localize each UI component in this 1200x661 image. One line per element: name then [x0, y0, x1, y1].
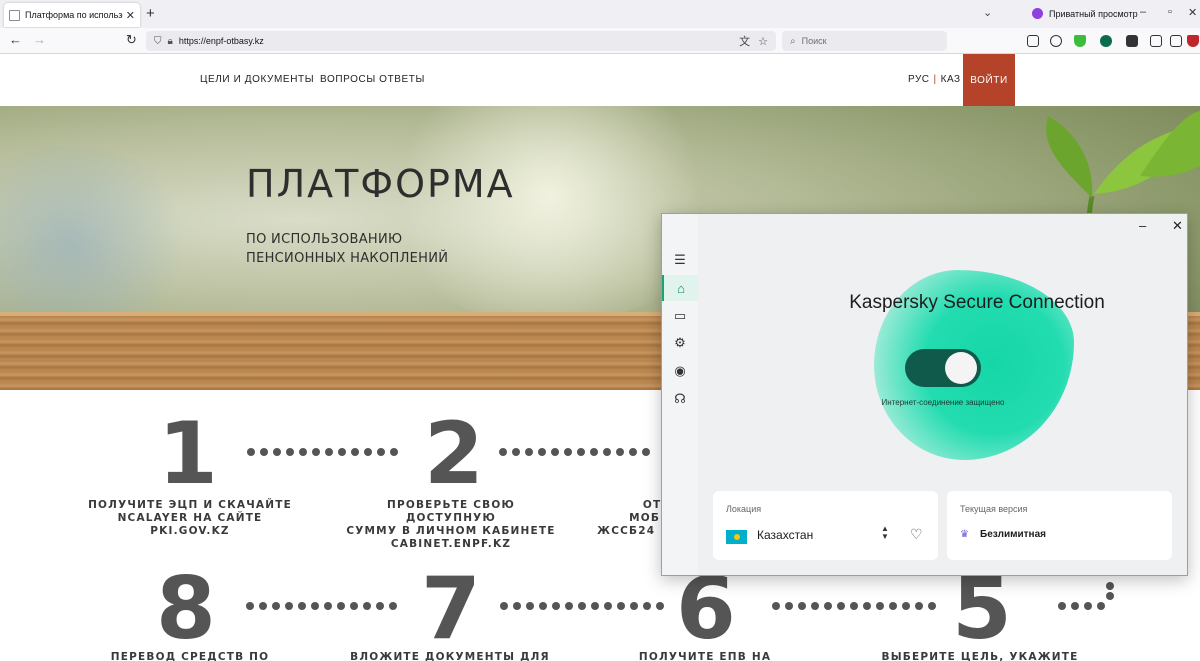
- lang-ru-link[interactable]: РУС: [908, 74, 930, 85]
- url-text: https://enpf-otbasy.kz: [178, 36, 264, 46]
- nav-faq[interactable]: ВОПРОСЫ ОТВЕТЫ: [320, 74, 425, 85]
- toggle-knob: [945, 352, 977, 384]
- back-icon[interactable]: ←: [9, 32, 22, 47]
- bookmark-star-icon[interactable]: ☆: [758, 35, 768, 48]
- tab-list-chevron-icon[interactable]: ⌄: [983, 6, 992, 19]
- step-1-text: ПОЛУЧИТЕ ЭЦП И СКАЧАЙТЕ NCALAYER НА САЙТ…: [88, 499, 292, 537]
- ksc-close-icon[interactable]: ✕: [1172, 218, 1183, 234]
- extensions-puzzle-icon[interactable]: [1150, 35, 1162, 47]
- hero-subtitle: ПО ИСПОЛЬЗОВАНИЮ ПЕНСИОННЫХ НАКОПЛЕНИЙ: [246, 230, 448, 268]
- login-button[interactable]: ВОЙТИ: [963, 54, 1015, 106]
- devices-icon[interactable]: ▭: [662, 303, 698, 329]
- reload-icon[interactable]: ↻: [126, 32, 137, 48]
- new-tab-button[interactable]: +: [146, 5, 155, 22]
- location-sort-icon[interactable]: ▲ ▼: [881, 525, 889, 541]
- step-6-text: ПОЛУЧИТЕ ЕПВ НА СВОЙ: [638, 651, 772, 661]
- favorite-heart-icon[interactable]: ♡: [910, 526, 923, 543]
- private-label: Приватный просмотр: [1049, 8, 1138, 19]
- step-7-number: 7: [421, 559, 481, 659]
- hero-subtitle-line2: ПЕНСИОННЫХ НАКОПЛЕНИЙ: [246, 251, 449, 266]
- private-mask-icon: [1032, 8, 1043, 19]
- language-switcher: РУС | КАЗ: [908, 74, 961, 85]
- ksc-main-panel: – ✕ Kaspersky Secure Connection Интернет…: [698, 214, 1187, 575]
- restore-icon[interactable]: ▫: [1168, 6, 1172, 18]
- location-label: Локация: [726, 504, 762, 514]
- kaspersky-secure-connection-window: ☰ ⌂ ▭ ⚙ ◉ ☊ – ✕ Kaspersky Secure Connect…: [661, 213, 1188, 576]
- lang-separator: |: [933, 74, 937, 85]
- version-card[interactable]: Текущая версия ♛ Безлимитная: [947, 491, 1172, 560]
- step-connector-dot: [1106, 582, 1114, 590]
- step-8-text: ПЕРЕВОД СРЕДСТВ ПО ЦЕЛИ,: [110, 651, 270, 661]
- pocket-icon[interactable]: [1027, 35, 1039, 47]
- search-placeholder: Поиск: [801, 36, 827, 46]
- lock-icon[interactable]: 🔒︎: [168, 36, 173, 47]
- vpn-toggle-switch[interactable]: [905, 349, 981, 387]
- step-1-number: 1: [158, 404, 218, 504]
- kazakhstan-flag-icon: [726, 530, 747, 544]
- step-connector-dots: [1058, 602, 1105, 612]
- shield-icon[interactable]: ⛉: [154, 36, 162, 47]
- menu-hamburger-icon[interactable]: ☰: [662, 247, 698, 273]
- site-header: ЦЕЛИ И ДОКУМЕНТЫ ВОПРОСЫ ОТВЕТЫ РУС | КАЗ …: [0, 54, 1200, 106]
- step-connector-dot: [1106, 592, 1114, 600]
- adblock-shield-icon[interactable]: [1074, 35, 1086, 47]
- ksc-sidebar: ☰ ⌂ ▭ ⚙ ◉ ☊: [662, 214, 698, 575]
- translate-icon[interactable]: 文: [739, 33, 750, 49]
- crown-icon: ♛: [960, 529, 969, 540]
- page-favicon-icon: [9, 9, 20, 21]
- step-connector-dots: [246, 602, 397, 612]
- forward-icon[interactable]: →: [33, 32, 46, 47]
- step-connector-dots: [500, 602, 664, 612]
- share-icon[interactable]: [1170, 35, 1182, 47]
- extension-badge-icon[interactable]: [1126, 35, 1138, 47]
- step-connector-dots: [247, 448, 398, 458]
- nav-goals-documents[interactable]: ЦЕЛИ И ДОКУМЕНТЫ: [200, 74, 314, 85]
- step-connector-dots: [772, 602, 936, 612]
- step-5-text: ВЫБЕРИТЕ ЦЕЛЬ, УКАЖИТЕ: [881, 651, 1079, 661]
- version-label: Текущая версия: [960, 504, 1028, 514]
- hero-title: ПЛАТФОРМА: [246, 162, 515, 206]
- step-2-number: 2: [424, 404, 484, 504]
- address-bar[interactable]: ⛉ 🔒︎ https://enpf-otbasy.kz 文 ☆: [146, 31, 776, 51]
- version-value: Безлимитная: [980, 529, 1046, 540]
- step-5-number: 5: [952, 559, 1012, 659]
- browser-nav-bar: ← → ↻ ⛉ 🔒︎ https://enpf-otbasy.kz 文 ☆ ⌕ …: [0, 28, 1200, 54]
- account-icon[interactable]: [1050, 35, 1062, 47]
- step-6-number: 6: [676, 559, 736, 659]
- lang-kz-link[interactable]: КАЗ: [941, 74, 961, 85]
- step-connector-dots: [499, 448, 650, 458]
- step-8-number: 8: [156, 559, 216, 659]
- location-card[interactable]: Локация Казахстан ▲ ▼ ♡: [713, 491, 938, 560]
- tab-title: Платформа по использованию: [25, 10, 123, 20]
- browser-tab[interactable]: Платформа по использованию ✕: [4, 3, 140, 27]
- kaspersky-extension-icon[interactable]: [1100, 35, 1112, 47]
- tab-close-icon[interactable]: ✕: [126, 9, 135, 22]
- ublock-icon[interactable]: [1187, 35, 1199, 47]
- connection-status: Интернет-соединение защищено: [881, 398, 1005, 407]
- browser-tab-bar: Платформа по использованию ✕ + ⌄ Приватн…: [0, 0, 1200, 28]
- step-2-text: ПРОВЕРЬТЕ СВОЮ ДОСТУПНУЮ СУММУ В ЛИЧНОМ …: [346, 499, 556, 550]
- window-close-icon[interactable]: ✕: [1188, 6, 1197, 19]
- hero-subtitle-line1: ПО ИСПОЛЬЗОВАНИЮ: [246, 232, 403, 247]
- ksc-minimize-icon[interactable]: –: [1139, 218, 1146, 233]
- minimize-icon[interactable]: –: [1140, 6, 1146, 18]
- account-icon[interactable]: ◉: [662, 358, 698, 384]
- support-headset-icon[interactable]: ☊: [662, 386, 698, 412]
- private-browsing-indicator: Приватный просмотр: [1032, 8, 1138, 19]
- location-value: Казахстан: [757, 528, 814, 542]
- home-icon[interactable]: ⌂: [662, 275, 698, 301]
- search-icon: ⌕: [790, 35, 796, 47]
- settings-gear-icon[interactable]: ⚙: [662, 330, 698, 356]
- step-7-text: ВЛОЖИТЕ ДОКУМЕНТЫ ДЛЯ: [350, 651, 550, 661]
- search-input[interactable]: ⌕ Поиск: [782, 31, 947, 51]
- product-title: Kaspersky Secure Connection: [849, 292, 1105, 313]
